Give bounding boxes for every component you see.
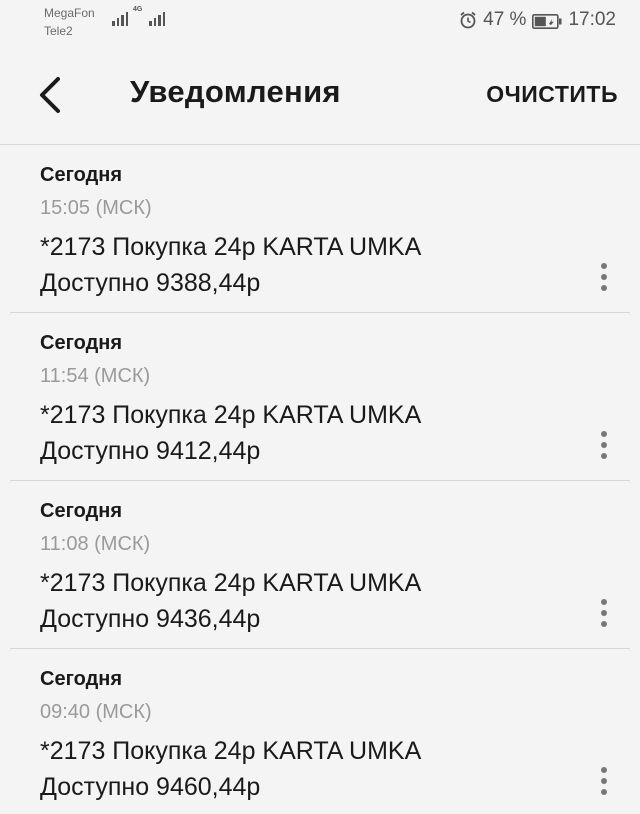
battery-percent: 47 % [483, 9, 527, 30]
notification-text-line-1: *2173 Покупка 24р KARTA UMKA [40, 569, 422, 597]
notification-text-line-2: Доступно 9388,44р [40, 269, 261, 297]
notification-item[interactable]: Сегодня 11:08 (МСК) *2173 Покупка 24р KA… [10, 481, 630, 649]
notification-item[interactable]: Сегодня 09:40 (МСК) *2173 Покупка 24р KA… [10, 649, 630, 814]
notification-body: *2173 Покупка 24р KARTA UMKA Доступно 94… [40, 565, 570, 637]
notification-list: Сегодня 15:05 (МСК) *2173 Покупка 24р KA… [0, 145, 640, 814]
signal-strength-icon [112, 10, 128, 26]
more-options-icon[interactable] [594, 257, 614, 297]
battery-icon [532, 13, 562, 29]
notification-text-line-2: Доступно 9460,44р [40, 773, 261, 801]
carrier-1-label: MegaFon [44, 6, 95, 20]
notification-body: *2173 Покупка 24р KARTA UMKA Доступно 94… [40, 397, 570, 469]
notification-date: Сегодня [40, 164, 123, 186]
notification-item[interactable]: Сегодня 11:54 (МСК) *2173 Покупка 24р KA… [10, 313, 630, 481]
notification-text-line-1: *2173 Покупка 24р KARTA UMKA [40, 737, 422, 765]
notification-item[interactable]: Сегодня 15:05 (МСК) *2173 Покупка 24р KA… [10, 145, 630, 313]
status-bar: MegaFon Tele2 4G 47 % 17:02 [0, 0, 640, 48]
carrier-2-label: Tele2 [44, 24, 73, 38]
notification-date: Сегодня [40, 332, 123, 354]
notification-body: *2173 Покупка 24р KARTA UMKA Доступно 94… [40, 733, 570, 805]
notification-text-line-1: *2173 Покупка 24р KARTA UMKA [40, 401, 422, 429]
more-options-icon[interactable] [594, 593, 614, 633]
page-title: Уведомления [130, 74, 341, 109]
notification-text-line-2: Доступно 9436,44р [40, 605, 261, 633]
clock-time: 17:02 [568, 9, 616, 30]
notification-text-line-1: *2173 Покупка 24р KARTA UMKA [40, 233, 422, 261]
toolbar: Уведомления ОЧИСТИТЬ [0, 48, 640, 145]
alarm-clock-icon [459, 11, 477, 29]
status-right: 47 % 17:02 [459, 9, 616, 31]
notification-date: Сегодня [40, 500, 123, 522]
clear-button[interactable]: ОЧИСТИТЬ [486, 81, 618, 108]
notification-body: *2173 Покупка 24р KARTA UMKA Доступно 93… [40, 229, 570, 301]
notification-time: 15:05 (МСК) [40, 197, 152, 219]
notifications-screen: MegaFon Tele2 4G 47 % 17:02 Уведомления … [0, 0, 640, 814]
back-button[interactable] [30, 72, 70, 118]
signal-strength-icon-2 [149, 10, 165, 26]
signal-4g-icon: 4G [133, 6, 165, 26]
notification-text-line-2: Доступно 9412,44р [40, 437, 261, 465]
back-arrow-icon [40, 77, 60, 113]
carrier-names: MegaFon Tele2 [44, 4, 95, 40]
signal-icons: 4G [112, 6, 165, 26]
notification-time: 11:08 (МСК) [40, 533, 151, 555]
more-options-icon[interactable] [594, 425, 614, 465]
notification-time: 09:40 (МСК) [40, 701, 152, 723]
notification-time: 11:54 (МСК) [40, 365, 151, 387]
network-type-label: 4G [133, 6, 143, 13]
notification-date: Сегодня [40, 668, 123, 690]
more-options-icon[interactable] [594, 761, 614, 801]
